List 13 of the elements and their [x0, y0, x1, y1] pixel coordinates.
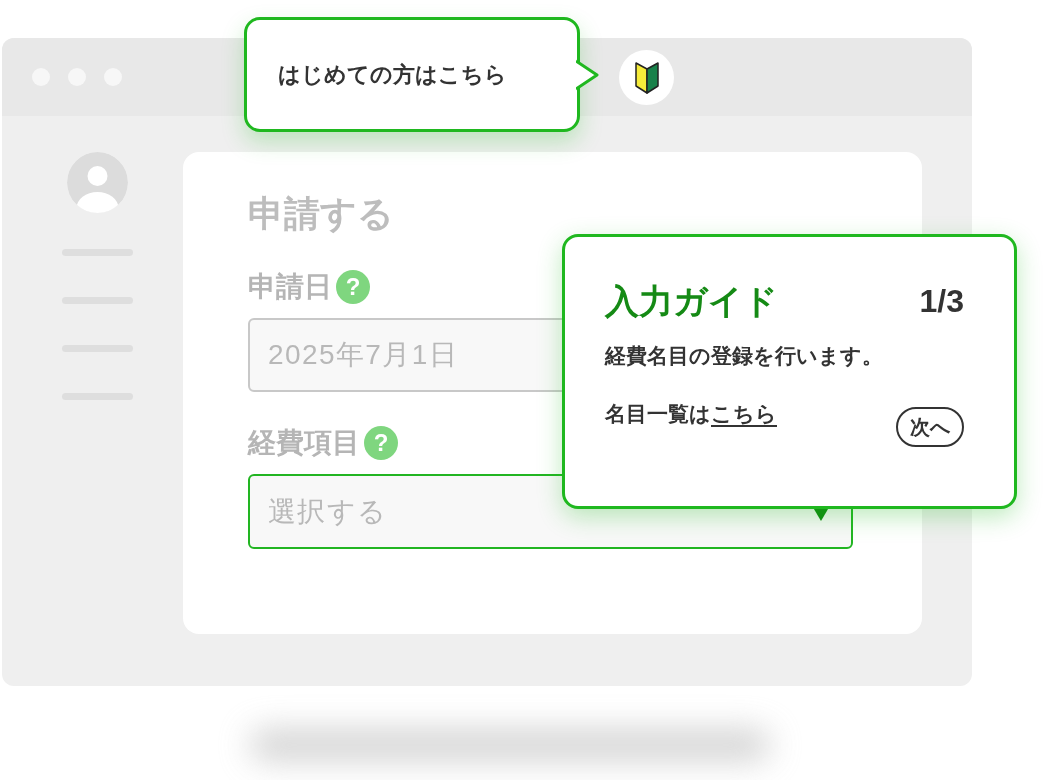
guide-text: 名目一覧はこちら: [605, 401, 777, 427]
field-label: 申請日: [248, 270, 332, 304]
list-link[interactable]: こちら: [711, 402, 777, 425]
speech-bubble[interactable]: はじめての方はこちら: [244, 17, 580, 132]
help-icon[interactable]: ?: [336, 270, 370, 304]
next-button[interactable]: 次へ: [896, 407, 964, 447]
step-counter: 1/3: [919, 282, 964, 321]
help-icon[interactable]: ?: [364, 426, 398, 460]
beginner-link-text: はじめての方はこちら: [278, 61, 507, 89]
field-label: 経費項目: [248, 426, 360, 460]
form-title: 申請する: [248, 192, 395, 236]
beginner-mark-icon: [633, 61, 660, 94]
bubble-tail: [576, 58, 600, 91]
